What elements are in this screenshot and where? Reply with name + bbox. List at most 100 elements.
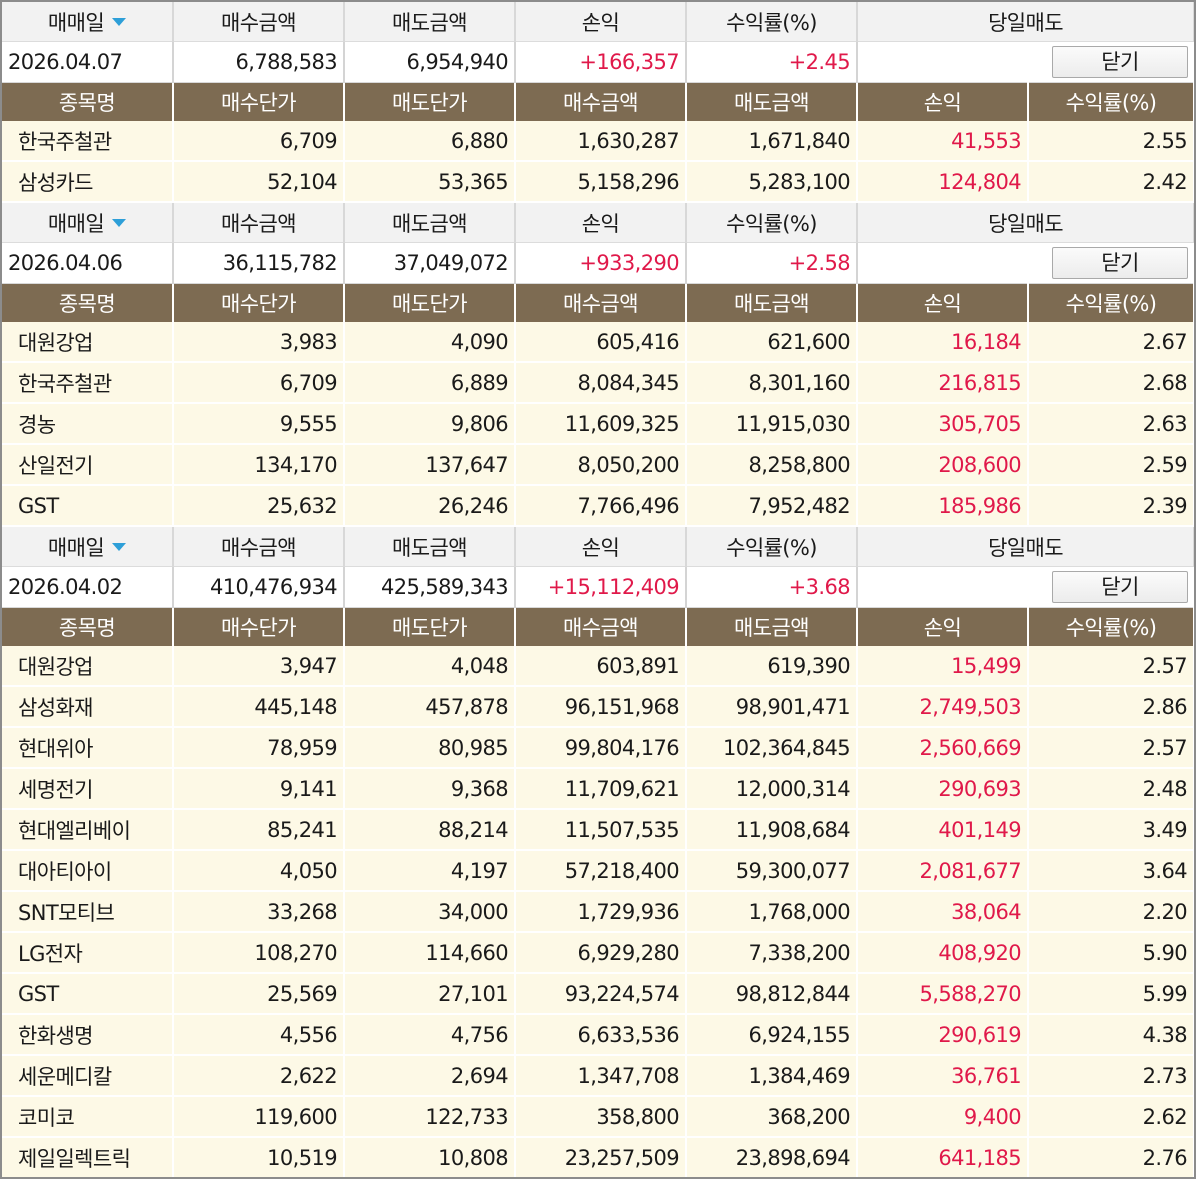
- cell-pnl: 401,149: [857, 809, 1029, 851]
- cell-buy-amt: 23,257,509: [515, 1137, 687, 1177]
- cell-pnl: 2,560,669: [857, 727, 1029, 769]
- cell-buy-price: 25,569: [173, 973, 345, 1015]
- detail-header-cell: 종목명: [2, 283, 174, 322]
- cell-rate: 2.68: [1028, 362, 1194, 404]
- table-row[interactable]: 세운메디칼 2,622 2,694 1,347,708 1,384,469 36,761 2…: [2, 1055, 1194, 1097]
- cell-buy-price: 9,555: [173, 403, 345, 445]
- table-row[interactable]: 세명전기 9,141 9,368 11,709,621 12,000,314 290,69…: [2, 768, 1194, 810]
- cell-sell-price: 9,368: [344, 768, 516, 810]
- cell-sell-amt: 98,901,471: [686, 686, 858, 728]
- cell-buy-price: 108,270: [173, 932, 345, 974]
- cell-name: 현대위아: [2, 727, 174, 769]
- close-button[interactable]: 닫기: [1052, 247, 1189, 279]
- cell-pnl: 305,705: [857, 403, 1029, 445]
- table-row[interactable]: 현대위아 78,959 80,985 99,804,176 102,364,845 2,5…: [2, 727, 1194, 769]
- cell-name: 제일일렉트릭: [2, 1137, 174, 1177]
- summary-sell-total: 6,954,940: [344, 41, 516, 83]
- cell-sell-amt: 98,812,844: [686, 973, 858, 1015]
- table-row[interactable]: LG전자 108,270 114,660 6,929,280 7,338,200 408,…: [2, 932, 1194, 974]
- table-row[interactable]: GST 25,632 26,246 7,766,496 7,952,482 185,986…: [2, 485, 1194, 527]
- table-row[interactable]: 경농 9,555 9,806 11,609,325 11,915,030 305,705 2…: [2, 403, 1194, 445]
- table-row[interactable]: 대원강업 3,983 4,090 605,416 621,600 16,184 2.67: [2, 322, 1194, 363]
- summary-header-label: 당일매도: [988, 211, 1063, 236]
- cell-name: SNT모티브: [2, 891, 174, 933]
- summary-header-row: 매매일 매수금액 매도금액 손익 수익률(%) 당일매도: [2, 202, 1194, 243]
- sort-down-icon[interactable]: [112, 218, 127, 227]
- detail-header-cell: 매수금액: [515, 607, 687, 646]
- cell-buy-amt: 6,633,536: [515, 1014, 687, 1056]
- table-row[interactable]: 대원강업 3,947 4,048 603,891 619,390 15,499 2.57: [2, 646, 1194, 687]
- trade-date-header[interactable]: 매매일: [2, 526, 174, 567]
- sort-down-icon[interactable]: [112, 17, 127, 26]
- cell-rate: 2.39: [1028, 485, 1194, 527]
- summary-buy-total: 6,788,583: [173, 41, 345, 83]
- cell-buy-amt: 8,050,200: [515, 444, 687, 486]
- table-row[interactable]: GST 25,569 27,101 93,224,574 98,812,844 5,588…: [2, 973, 1194, 1015]
- close-button[interactable]: 닫기: [1052, 46, 1189, 78]
- table-row[interactable]: 삼성화재 445,148 457,878 96,151,968 98,901,471 2,…: [2, 686, 1194, 728]
- cell-name: 대아티아이: [2, 850, 174, 892]
- sort-down-icon[interactable]: [112, 542, 127, 551]
- cell-sell-price: 457,878: [344, 686, 516, 728]
- detail-header-cell: 매도단가: [344, 283, 516, 322]
- cell-sell-price: 10,808: [344, 1137, 516, 1177]
- detail-header-cell: 손익: [857, 283, 1029, 322]
- trade-date-header[interactable]: 매매일: [2, 202, 174, 243]
- cell-rate: 2.62: [1028, 1096, 1194, 1138]
- table-row[interactable]: 현대엘리베이 85,241 88,214 11,507,535 11,908,684 40…: [2, 809, 1194, 851]
- cell-buy-price: 52,104: [173, 161, 345, 203]
- table-row[interactable]: 삼성카드 52,104 53,365 5,158,296 5,283,100 124,80…: [2, 161, 1194, 203]
- cell-name: 대원강업: [2, 322, 174, 363]
- detail-header-cell: 매도금액: [686, 82, 858, 121]
- summary-rate: +2.45: [686, 41, 858, 83]
- cell-sell-amt: 23,898,694: [686, 1137, 858, 1177]
- table-row[interactable]: 코미코 119,600 122,733 358,800 368,200 9,400 2.62: [2, 1096, 1194, 1138]
- table-row[interactable]: 한국주철관 6,709 6,880 1,630,287 1,671,840 41,553 2…: [2, 121, 1194, 162]
- cell-rate: 3.49: [1028, 809, 1194, 851]
- trade-history-panel: 매매일 매수금액 매도금액 손익 수익률(%) 당일매도 2026.04.07 6,788,5…: [0, 0, 1196, 1179]
- cell-rate: 4.38: [1028, 1014, 1194, 1056]
- cell-name: 삼성화재: [2, 686, 174, 728]
- table-row[interactable]: 한국주철관 6,709 6,889 8,084,345 8,301,160 216,815…: [2, 362, 1194, 404]
- trade-date-header[interactable]: 매매일: [2, 2, 174, 42]
- table-row[interactable]: 제일일렉트릭 10,519 10,808 23,257,509 23,898,694 64…: [2, 1137, 1194, 1177]
- summary-values-row: 2026.04.02 410,476,934 425,589,343 +15,112,…: [2, 566, 1194, 608]
- cell-sell-price: 27,101: [344, 973, 516, 1015]
- summary-pnl: +15,112,409: [515, 566, 687, 608]
- cell-sell-amt: 5,283,100: [686, 161, 858, 203]
- summary-values-row: 2026.04.07 6,788,583 6,954,940 +166,357 +2.4…: [2, 41, 1194, 83]
- table-row[interactable]: 대아티아이 4,050 4,197 57,218,400 59,300,077 2,081…: [2, 850, 1194, 892]
- summary-header-cell: 당일매도: [857, 202, 1194, 243]
- cell-pnl: 216,815: [857, 362, 1029, 404]
- cell-pnl: 290,619: [857, 1014, 1029, 1056]
- table-row[interactable]: SNT모티브 33,268 34,000 1,729,936 1,768,000 38,0…: [2, 891, 1194, 933]
- cell-buy-price: 9,141: [173, 768, 345, 810]
- cell-rate: 2.48: [1028, 768, 1194, 810]
- detail-header-cell: 매도단가: [344, 607, 516, 646]
- cell-name: 세운메디칼: [2, 1055, 174, 1097]
- table-row[interactable]: 한화생명 4,556 4,756 6,633,536 6,924,155 290,619 4…: [2, 1014, 1194, 1056]
- table-row[interactable]: 산일전기 134,170 137,647 8,050,200 8,258,800 208,…: [2, 444, 1194, 486]
- detail-header-cell: 손익: [857, 82, 1029, 121]
- cell-buy-price: 6,709: [173, 121, 345, 162]
- detail-header-cell: 매도금액: [686, 283, 858, 322]
- cell-sell-price: 4,048: [344, 646, 516, 687]
- cell-rate: 5.90: [1028, 932, 1194, 974]
- summary-sell-total: 37,049,072: [344, 242, 516, 284]
- summary-date: 2026.04.06: [2, 242, 174, 284]
- cell-sell-amt: 368,200: [686, 1096, 858, 1138]
- cell-rate: 2.57: [1028, 646, 1194, 687]
- cell-pnl: 408,920: [857, 932, 1029, 974]
- summary-header-label: 당일매도: [988, 535, 1063, 560]
- cell-pnl: 2,081,677: [857, 850, 1029, 892]
- summary-pnl: +933,290: [515, 242, 687, 284]
- cell-buy-price: 134,170: [173, 444, 345, 486]
- close-button[interactable]: 닫기: [1052, 571, 1189, 603]
- summary-header-label: 매도금액: [392, 535, 467, 560]
- cell-pnl: 124,804: [857, 161, 1029, 203]
- cell-sell-price: 4,197: [344, 850, 516, 892]
- summary-header-row: 매매일 매수금액 매도금액 손익 수익률(%) 당일매도: [2, 2, 1194, 42]
- summary-header-cell: 수익률(%): [686, 2, 858, 42]
- cell-rate: 2.59: [1028, 444, 1194, 486]
- cell-sell-amt: 102,364,845: [686, 727, 858, 769]
